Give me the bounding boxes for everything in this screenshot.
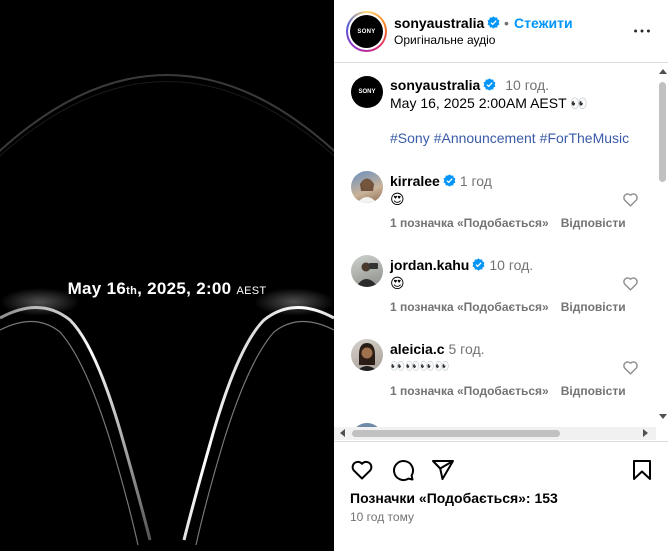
scroll-thumb[interactable] xyxy=(352,430,560,437)
scroll-down-arrow[interactable] xyxy=(659,414,667,419)
reply-button[interactable]: Відповісти xyxy=(561,300,626,314)
comment-time: 1 год xyxy=(459,173,492,189)
comment-avatar[interactable] xyxy=(351,339,383,371)
scroll-left-arrow[interactable] xyxy=(340,429,345,437)
comment-meta: 1 позначка «Подобається» Відповісти xyxy=(390,216,626,230)
comment-meta: 1 позначка «Подобається» Відповісти xyxy=(390,384,626,398)
header-username-text[interactable]: sonyaustralia xyxy=(394,15,484,31)
comment-avatar[interactable] xyxy=(351,255,383,287)
share-icon[interactable] xyxy=(431,458,455,482)
header-avatar[interactable]: SONY xyxy=(346,11,387,52)
comment-meta: 1 позначка «Подобається» Відповісти xyxy=(390,300,626,314)
comments-vertical-scrollbar[interactable] xyxy=(656,64,668,427)
post-header: SONY sonyaustralia • Стежити Оригінальне… xyxy=(334,0,668,63)
comment-username-text[interactable]: aleicia.c xyxy=(390,341,445,357)
caption-text: May 16, 2025 2:00AM AEST 👀 xyxy=(390,95,588,111)
comments-horizontal-scrollbar[interactable] xyxy=(334,427,656,440)
scroll-right-arrow[interactable] xyxy=(643,429,648,437)
comment-username[interactable]: jordan.kahu 10 год. xyxy=(390,257,533,273)
caption-avatar-logo: SONY xyxy=(358,89,376,95)
post-actions-footer: Позначки «Подобається»: 153 10 год тому xyxy=(334,441,668,551)
verified-icon xyxy=(483,78,496,91)
follow-button[interactable]: Стежити xyxy=(514,15,573,31)
media-caption-timezone: AEST xyxy=(236,285,267,297)
comment-icon[interactable] xyxy=(391,458,415,482)
caption-avatar[interactable]: SONY xyxy=(351,76,383,108)
media-caption: May 16th, 2025, 2:00 AEST xyxy=(0,279,334,299)
comment-time: 10 год. xyxy=(489,257,534,273)
post-media[interactable]: May 16th, 2025, 2:00 AEST xyxy=(0,0,334,551)
comment-username[interactable]: aleicia.c 5 год. xyxy=(390,341,485,357)
post-time-ago[interactable]: 10 год тому xyxy=(350,510,414,524)
scroll-thumb[interactable] xyxy=(659,82,666,182)
header-username[interactable]: sonyaustralia xyxy=(394,15,500,31)
comment-username-text[interactable]: kirralee xyxy=(390,173,440,189)
avatar-photo xyxy=(356,262,378,287)
hashtag-link[interactable]: #Announcement xyxy=(434,130,536,146)
avatar-photo xyxy=(357,178,377,203)
comment-text: 👀👀👀👀 xyxy=(390,359,450,373)
verified-icon xyxy=(472,258,485,271)
media-caption-time: , 2025, 2:00 xyxy=(137,279,232,298)
media-caption-date: May 16 xyxy=(67,279,127,298)
comment-username-text[interactable]: jordan.kahu xyxy=(390,257,469,273)
caption-time: 10 год. xyxy=(505,77,550,93)
comment-text: 😍 xyxy=(390,191,405,207)
hashtag-link[interactable]: #ForTheMusic xyxy=(540,130,629,146)
media-artwork xyxy=(0,74,334,546)
caption-username-text[interactable]: sonyaustralia xyxy=(390,77,480,93)
avatar-logo: SONY xyxy=(350,15,383,48)
media-caption-ordinal: th xyxy=(126,285,138,297)
caption-hashtags: #Sony #Announcement #ForTheMusic xyxy=(390,130,633,146)
comment-time: 5 год. xyxy=(448,341,485,357)
more-icon[interactable] xyxy=(631,20,653,42)
heart-icon[interactable] xyxy=(622,275,639,292)
reply-button[interactable]: Відповісти xyxy=(561,216,626,230)
likes-count[interactable]: Позначки «Подобається»: 153 xyxy=(350,490,558,506)
comment-avatar[interactable] xyxy=(351,171,383,203)
verified-icon xyxy=(443,174,456,187)
header-separator: • xyxy=(504,15,509,31)
comment-likes-count[interactable]: 1 позначка «Подобається» xyxy=(390,300,549,314)
comment-username[interactable]: kirralee 1 год xyxy=(390,173,492,189)
verified-icon xyxy=(487,16,500,29)
bookmark-icon[interactable] xyxy=(630,458,654,482)
heart-icon[interactable] xyxy=(622,191,639,208)
comment-likes-count[interactable]: 1 позначка «Подобається» xyxy=(390,216,549,230)
post-side-panel: SONY sonyaustralia • Стежити Оригінальне… xyxy=(334,0,668,551)
comments-list[interactable]: SONY sonyaustralia 10 год. May 16, 2025 2… xyxy=(334,64,668,427)
caption-username[interactable]: sonyaustralia 10 год. xyxy=(390,77,549,93)
heart-icon[interactable] xyxy=(622,359,639,376)
heart-icon[interactable] xyxy=(350,458,374,482)
original-audio-link[interactable]: Оригінальне аудіо xyxy=(394,33,495,47)
comment-text: 😍 xyxy=(390,275,405,291)
comment-likes-count[interactable]: 1 позначка «Подобається» xyxy=(390,384,549,398)
hashtag-link[interactable]: #Sony xyxy=(390,130,430,146)
scroll-up-arrow[interactable] xyxy=(659,69,667,74)
avatar-photo xyxy=(357,343,377,371)
reply-button[interactable]: Відповісти xyxy=(561,384,626,398)
